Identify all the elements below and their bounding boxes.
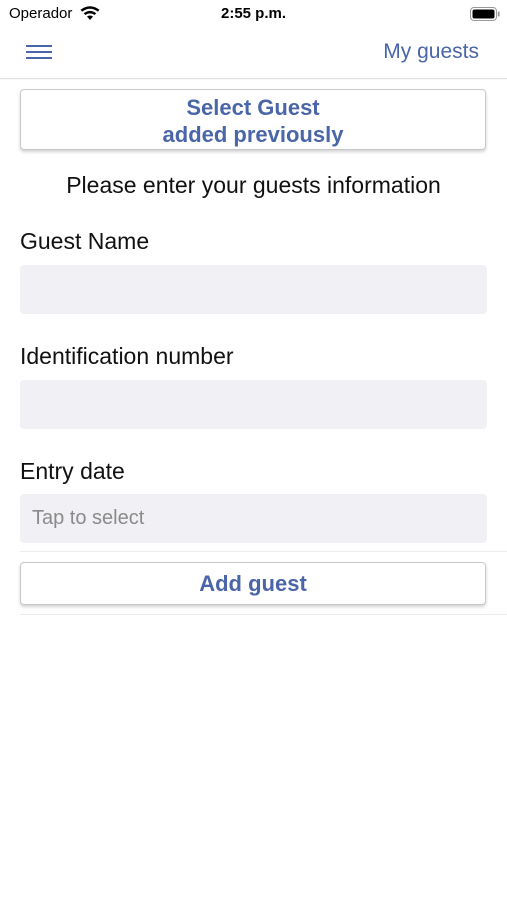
select-guest-button-line2: added previously — [162, 122, 344, 147]
guest-name-label: Guest Name — [20, 228, 150, 254]
identification-number-label: Identification number — [20, 343, 234, 369]
clock: 2:55 p.m. — [220, 5, 287, 22]
entry-date-label: Entry date — [20, 458, 125, 484]
battery-icon — [470, 7, 500, 21]
divider — [20, 614, 507, 615]
select-guest-button-line1: Select Guest — [186, 95, 320, 120]
identification-number-input[interactable] — [20, 380, 487, 429]
hamburger-menu-icon[interactable] — [22, 38, 56, 66]
select-previous-guest-button[interactable]: Select Guest added previously — [20, 89, 486, 150]
my-guests-link[interactable]: My guests — [383, 40, 479, 64]
status-bar: Operador 2:55 p.m. — [0, 0, 507, 28]
entry-date-picker[interactable] — [20, 494, 487, 543]
navigation-bar: My guests — [0, 28, 507, 79]
add-guest-button[interactable]: Add guest — [20, 562, 486, 605]
form-instructions: Please enter your guests information — [66, 172, 441, 198]
guest-name-input[interactable] — [20, 265, 487, 314]
divider — [20, 551, 507, 552]
